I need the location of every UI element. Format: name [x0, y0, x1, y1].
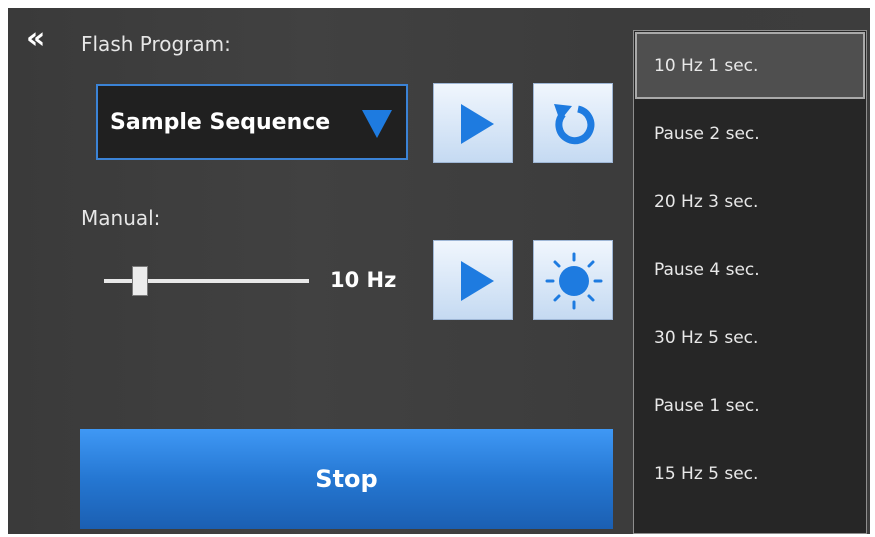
- sun-icon: [545, 252, 603, 310]
- sequence-step-item[interactable]: Pause 1 sec.: [634, 372, 866, 440]
- light-toggle-button[interactable]: [533, 240, 613, 320]
- slider-thumb[interactable]: [132, 266, 148, 296]
- app-frame: « Flash Program: Sample Sequence Manual:…: [0, 0, 875, 537]
- sequence-step-item[interactable]: Pause 4 sec.: [634, 236, 866, 304]
- play-icon: [461, 104, 494, 144]
- play-icon: [461, 261, 494, 301]
- sequence-step-item[interactable]: Pause 2 sec.: [634, 100, 866, 168]
- refresh-icon: [554, 104, 595, 145]
- sequence-steps-list: 10 Hz 1 sec. Pause 2 sec. 20 Hz 3 sec. P…: [633, 30, 867, 534]
- control-panel: « Flash Program: Sample Sequence Manual:…: [8, 8, 870, 534]
- play-sequence-button[interactable]: [433, 83, 513, 163]
- sequence-step-item[interactable]: 10 Hz 1 sec.: [635, 32, 865, 99]
- frequency-readout: 10 Hz: [330, 268, 397, 292]
- sequence-step-item[interactable]: 30 Hz 5 sec.: [634, 304, 866, 372]
- manual-label: Manual:: [81, 206, 161, 230]
- flash-program-label: Flash Program:: [81, 32, 231, 56]
- frequency-slider[interactable]: [104, 266, 314, 296]
- stop-button[interactable]: Stop: [80, 429, 613, 529]
- triangle-down-icon: [362, 110, 392, 138]
- play-manual-button[interactable]: [433, 240, 513, 320]
- sequence-step-item[interactable]: 20 Hz 3 sec.: [634, 168, 866, 236]
- sequence-select[interactable]: Sample Sequence: [96, 84, 408, 160]
- reset-sequence-button[interactable]: [533, 83, 613, 163]
- collapse-icon[interactable]: «: [26, 24, 56, 54]
- sequence-step-item[interactable]: 15 Hz 5 sec.: [634, 440, 866, 508]
- sequence-select-value: Sample Sequence: [110, 109, 331, 135]
